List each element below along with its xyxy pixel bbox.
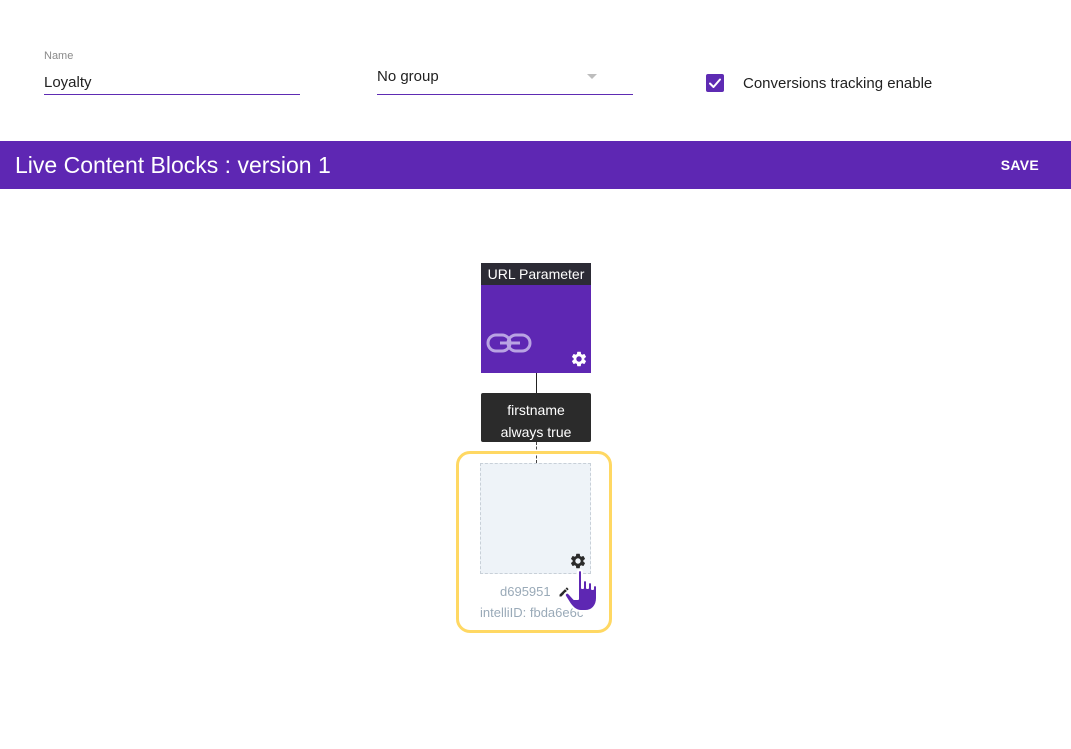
group-select-value: No group — [377, 68, 439, 85]
checkmark-icon — [709, 78, 721, 88]
page-title: Live Content Blocks : version 1 — [15, 152, 331, 178]
url-parameter-node-title: URL Parameter — [481, 263, 591, 285]
link-icon — [486, 333, 532, 353]
conversions-tracking-field: Conversions tracking enable — [706, 74, 932, 92]
pencil-icon[interactable] — [558, 586, 570, 598]
name-input[interactable] — [44, 64, 300, 95]
gear-icon[interactable] — [570, 350, 588, 368]
name-label: Name — [44, 50, 74, 62]
name-field: Name — [44, 50, 300, 95]
condition-parameter: firstname — [507, 402, 565, 418]
save-button[interactable]: SAVE — [991, 153, 1049, 177]
block-id: d695951 — [500, 584, 551, 599]
condition-box[interactable]: firstname always true — [481, 393, 591, 442]
conversions-tracking-label: Conversions tracking enable — [743, 74, 933, 92]
condition-rule: always true — [500, 424, 572, 440]
intelli-id: intelliID: fbda6e6c — [480, 605, 584, 620]
gear-icon[interactable] — [569, 552, 587, 570]
header-bar: Live Content Blocks : version 1 SAVE — [0, 141, 1071, 189]
chevron-down-icon — [587, 74, 597, 79]
group-field: No group — [377, 66, 633, 95]
conversions-tracking-checkbox[interactable] — [706, 74, 724, 92]
connector-line — [536, 373, 537, 393]
empty-content-block[interactable] — [480, 463, 591, 574]
url-parameter-node[interactable]: URL Parameter — [481, 263, 591, 373]
group-select[interactable]: No group — [377, 66, 633, 95]
